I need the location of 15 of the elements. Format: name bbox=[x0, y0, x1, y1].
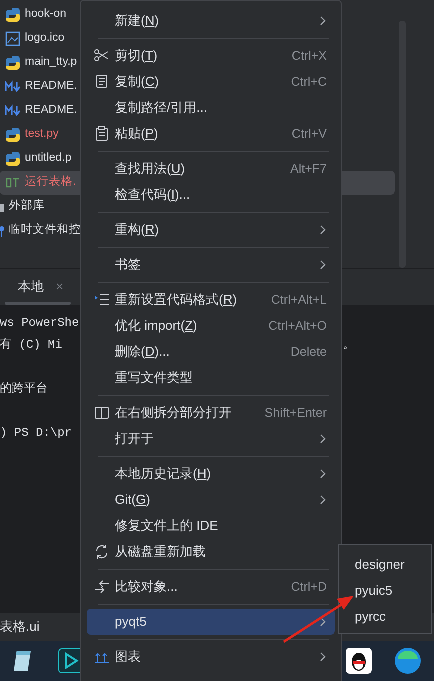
shortcut-label: Ctrl+C bbox=[291, 74, 327, 91]
shortcut-label: Alt+F7 bbox=[290, 160, 327, 178]
shortcut-label: Shift+Enter bbox=[264, 404, 327, 422]
terminal-line: ) PS D:\pr bbox=[0, 426, 72, 440]
shortcut-label: Ctrl+D bbox=[291, 578, 327, 596]
shortcut-label: Ctrl+V bbox=[292, 126, 327, 143]
file-path: 表格.ui bbox=[0, 618, 40, 636]
shortcut-label: Ctrl+Alt+L bbox=[271, 292, 327, 309]
shortcut-label: Delete bbox=[290, 344, 327, 361]
terminal-line: 有 (C) Mi bbox=[0, 338, 62, 352]
shortcut-label: Ctrl+X bbox=[292, 48, 327, 65]
terminal-line: ws PowerShe bbox=[0, 316, 80, 330]
terminal-line: 的跨平台 bbox=[0, 382, 48, 396]
shortcut-label: Ctrl+Alt+O bbox=[268, 318, 327, 335]
terminal-text: 。 bbox=[343, 337, 355, 354]
